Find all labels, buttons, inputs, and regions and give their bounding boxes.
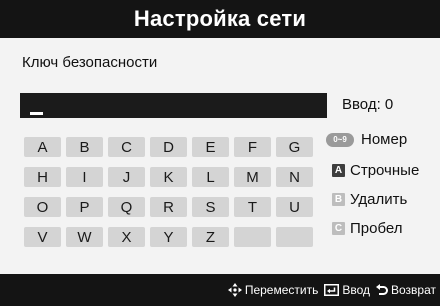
- key-f[interactable]: F: [234, 137, 271, 157]
- key-x[interactable]: X: [108, 227, 145, 247]
- number-button-icon: 0~9: [326, 132, 354, 147]
- key-k[interactable]: K: [150, 167, 187, 187]
- security-key-input[interactable]: [20, 93, 327, 118]
- key-r[interactable]: R: [150, 197, 187, 217]
- key-j[interactable]: J: [108, 167, 145, 187]
- key-t[interactable]: T: [234, 197, 271, 217]
- key-g[interactable]: G: [276, 137, 313, 157]
- network-settings-panel: Ключ безопасности Ввод: 0 A B C D E F G …: [0, 38, 440, 274]
- b-button-icon: B: [332, 193, 345, 206]
- input-count: Ввод: 0: [342, 96, 394, 113]
- key-blank-1[interactable]: [234, 227, 271, 247]
- option-delete-label: Удалить: [350, 191, 408, 208]
- move-arrows-icon: [227, 283, 242, 297]
- key-c[interactable]: C: [108, 137, 145, 157]
- key-p[interactable]: P: [66, 197, 103, 217]
- key-i[interactable]: I: [66, 167, 103, 187]
- security-key-label: Ключ безопасности: [22, 54, 158, 71]
- key-e[interactable]: E: [192, 137, 229, 157]
- option-lowercase-label: Строчные: [350, 162, 420, 179]
- key-blank-2[interactable]: [276, 227, 313, 247]
- title-bar: Настройка сети: [0, 0, 440, 38]
- key-u[interactable]: U: [276, 197, 313, 217]
- key-z[interactable]: Z: [192, 227, 229, 247]
- option-lowercase[interactable]: A Строчные: [326, 162, 419, 179]
- page-title: Настройка сети: [133, 6, 307, 31]
- key-m[interactable]: M: [234, 167, 271, 187]
- return-icon: [376, 284, 388, 295]
- hint-move: Переместить: [227, 283, 319, 297]
- hint-enter: Ввод: [324, 283, 370, 297]
- option-number-label: Номер: [361, 131, 408, 148]
- key-n[interactable]: N: [276, 167, 313, 187]
- hint-back-label: Возврат: [391, 283, 436, 297]
- hint-move-label: Переместить: [244, 283, 319, 297]
- a-button-icon: A: [332, 164, 345, 177]
- enter-icon: [324, 284, 340, 296]
- option-delete[interactable]: B Удалить: [326, 191, 407, 208]
- hint-enter-label: Ввод: [342, 283, 370, 297]
- key-s[interactable]: S: [192, 197, 229, 217]
- key-o[interactable]: O: [24, 197, 61, 217]
- onscreen-keyboard: A B C D E F G H I J K L M N O P Q R S T …: [24, 137, 313, 247]
- option-number[interactable]: 0~9 Номер: [326, 131, 407, 148]
- key-y[interactable]: Y: [150, 227, 187, 247]
- key-b[interactable]: B: [66, 137, 103, 157]
- footer-hints: Переместить Ввод Возврат: [0, 274, 440, 306]
- key-l[interactable]: L: [192, 167, 229, 187]
- key-a[interactable]: A: [24, 137, 61, 157]
- key-h[interactable]: H: [24, 167, 61, 187]
- text-cursor: [30, 112, 43, 115]
- hint-back: Возврат: [376, 283, 436, 297]
- option-space[interactable]: C Пробел: [326, 220, 403, 237]
- option-space-label: Пробел: [350, 220, 403, 237]
- key-q[interactable]: Q: [108, 197, 145, 217]
- key-v[interactable]: V: [24, 227, 61, 247]
- key-d[interactable]: D: [150, 137, 187, 157]
- key-w[interactable]: W: [66, 227, 103, 247]
- c-button-icon: C: [332, 222, 345, 235]
